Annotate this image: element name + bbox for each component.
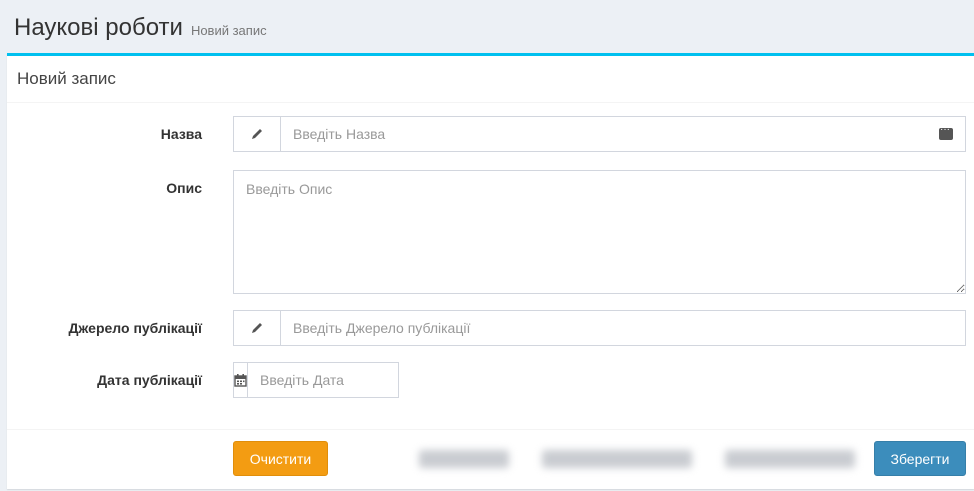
pencil-icon: [234, 117, 281, 151]
description-label: Опис: [166, 180, 202, 196]
save-button[interactable]: Зберегти: [874, 441, 966, 476]
blurred-block: [725, 450, 856, 468]
date-label: Дата публікації: [97, 372, 202, 388]
name-input-group: [233, 116, 966, 152]
blurred-block: [418, 450, 509, 468]
source-label: Джерело публікації: [68, 320, 202, 336]
box-title: Новий запис: [17, 69, 116, 88]
page-title: Наукові роботи: [14, 14, 183, 41]
clear-button[interactable]: Очистити: [233, 441, 328, 476]
box-footer: Очистити Зберегти: [7, 429, 974, 489]
name-label: Назва: [160, 126, 202, 142]
date-input-group: [233, 362, 453, 398]
calendar-icon[interactable]: [234, 363, 248, 397]
blurred-region: [402, 438, 872, 480]
page-subtitle: Новий запис: [190, 23, 267, 38]
source-input-group: [233, 310, 966, 346]
ellipsis-icon[interactable]: [939, 124, 953, 140]
blurred-block: [541, 450, 692, 468]
source-input[interactable]: [281, 311, 965, 345]
name-input[interactable]: [281, 117, 939, 151]
date-input[interactable]: [248, 363, 453, 397]
box-header: Новий запис: [7, 56, 974, 103]
content-header: Наукові роботи Новий запис: [0, 0, 974, 56]
form-box: Новий запис Назва Опис Джерело публікаці…: [7, 53, 974, 489]
pencil-icon: [234, 311, 281, 345]
description-textarea[interactable]: [233, 170, 966, 294]
